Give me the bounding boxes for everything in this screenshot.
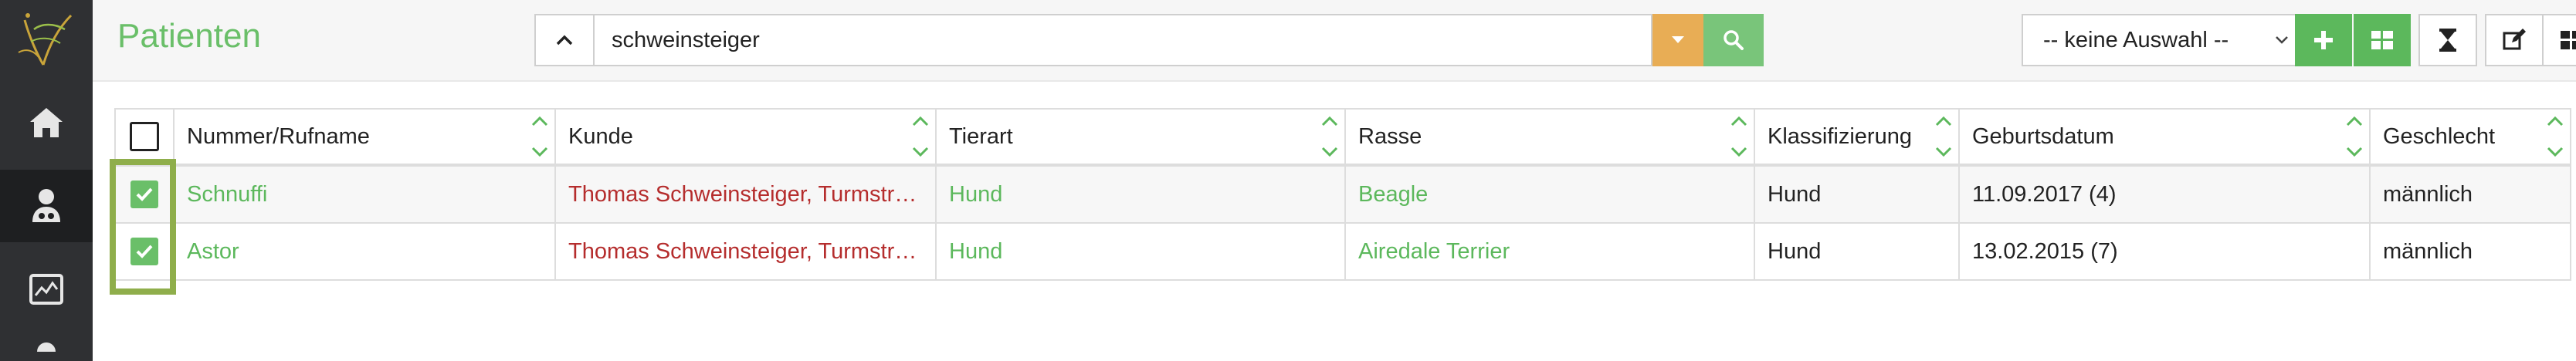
plus-icon xyxy=(2314,31,2333,49)
column-header-label: Tierart xyxy=(949,123,1013,149)
sidebar xyxy=(0,0,93,361)
row-select-cell xyxy=(114,164,175,224)
cell-rasse-link[interactable]: Beagle xyxy=(1344,164,1755,224)
sidebar-item-patients[interactable] xyxy=(0,170,93,242)
column-header-geschlecht[interactable]: Geschlecht xyxy=(2369,108,2571,167)
table-row[interactable]: Schnuffi Thomas Schweinsteiger, Turmstra… xyxy=(114,164,2571,224)
caret-down-icon xyxy=(1672,36,1684,43)
grid-icon xyxy=(2561,31,2576,49)
select-all-cell xyxy=(114,108,175,167)
column-header-label: Geschlecht xyxy=(2383,123,2496,149)
edit-button[interactable] xyxy=(2485,14,2544,66)
cell-geschlecht: männlich xyxy=(2369,164,2571,224)
cell-name-link[interactable]: Astor xyxy=(173,222,556,281)
edit-icon xyxy=(2503,29,2526,50)
sort-arrows-icon xyxy=(531,116,548,157)
home-icon xyxy=(30,108,63,137)
column-header-label: Rasse xyxy=(1358,123,1422,149)
chevron-down-icon xyxy=(2269,35,2295,45)
sort-arrows-icon xyxy=(1730,116,1747,157)
page-title: Patienten xyxy=(117,17,261,55)
cell-geburtsdatum: 13.02.2015 (7) xyxy=(1958,222,2371,281)
page-header: Patienten -- keine Auswahl -- xyxy=(93,0,2576,82)
hourglass-icon xyxy=(2439,29,2456,52)
patients-table: Nummer/Rufname Kunde Tierart Rasse Klass… xyxy=(114,108,2571,281)
column-header-nummer[interactable]: Nummer/Rufname xyxy=(173,108,556,167)
sidebar-item-home[interactable] xyxy=(0,86,93,159)
filter-select-value: -- keine Auswahl -- xyxy=(2043,27,2229,52)
search-input[interactable] xyxy=(595,14,1652,66)
column-header-rasse[interactable]: Rasse xyxy=(1344,108,1755,167)
column-header-kunde[interactable]: Kunde xyxy=(554,108,937,167)
cell-geschlecht: männlich xyxy=(2369,222,2571,281)
checkmark-icon xyxy=(136,245,153,258)
sort-arrows-icon xyxy=(912,116,929,157)
cell-klassifizierung: Hund xyxy=(1754,222,1960,281)
select-all-checkbox[interactable] xyxy=(130,122,159,151)
monitor-chart-icon xyxy=(29,274,63,305)
collapse-search-button[interactable] xyxy=(534,14,595,66)
sidebar-item-more[interactable] xyxy=(0,336,93,361)
checkmark-icon xyxy=(136,187,153,201)
cell-klassifizierung: Hund xyxy=(1754,164,1960,224)
column-header-label: Kunde xyxy=(568,123,633,149)
nav-more-icon xyxy=(37,342,56,352)
cell-geburtsdatum: 11.09.2017 (4) xyxy=(1958,164,2371,224)
sort-arrows-icon xyxy=(2547,116,2564,157)
search-options-dropdown-button[interactable] xyxy=(1652,14,1703,66)
cell-kunde-link[interactable]: Thomas Schweinsteiger, Turmstraße xyxy=(554,222,937,281)
cell-rasse-link[interactable]: Airedale Terrier xyxy=(1344,222,1755,281)
grid-view-button[interactable] xyxy=(2542,14,2576,66)
column-header-klassifizierung[interactable]: Klassifizierung xyxy=(1754,108,1960,167)
cell-tierart-link[interactable]: Hund xyxy=(935,222,1346,281)
sidebar-item-monitor[interactable] xyxy=(0,253,93,326)
grid-view-green-button[interactable] xyxy=(2354,14,2411,66)
cell-kunde-link[interactable]: Thomas Schweinsteiger, Turmstraße xyxy=(554,164,937,224)
chevron-up-icon xyxy=(556,35,573,46)
add-button[interactable] xyxy=(2295,14,2352,66)
cell-name-link[interactable]: Schnuffi xyxy=(173,164,556,224)
sort-arrows-icon xyxy=(2346,116,2363,157)
column-header-label: Nummer/Rufname xyxy=(187,123,370,149)
column-header-tierart[interactable]: Tierart xyxy=(935,108,1346,167)
row-checkbox[interactable] xyxy=(130,180,158,208)
filter-select[interactable]: -- keine Auswahl -- xyxy=(2022,14,2296,66)
column-header-label: Geburtsdatum xyxy=(1972,123,2114,149)
sort-arrows-icon xyxy=(1935,116,1952,157)
app-logo[interactable] xyxy=(11,6,82,73)
column-header-label: Klassifizierung xyxy=(1768,123,1912,149)
cell-tierart-link[interactable]: Hund xyxy=(935,164,1346,224)
search-icon xyxy=(1724,30,1744,50)
search-group xyxy=(534,14,1764,66)
patient-icon xyxy=(32,189,60,222)
row-checkbox[interactable] xyxy=(130,238,158,265)
row-select-cell xyxy=(114,222,175,281)
column-header-geburtsdatum[interactable]: Geburtsdatum xyxy=(1958,108,2371,167)
sort-arrows-icon xyxy=(1321,116,1338,157)
grid-icon xyxy=(2371,31,2393,49)
table-header-row: Nummer/Rufname Kunde Tierart Rasse Klass… xyxy=(114,108,2571,167)
hourglass-button[interactable] xyxy=(2418,14,2477,66)
table-row[interactable]: Astor Thomas Schweinsteiger, Turmstraße … xyxy=(114,222,2571,281)
search-button[interactable] xyxy=(1703,14,1764,66)
